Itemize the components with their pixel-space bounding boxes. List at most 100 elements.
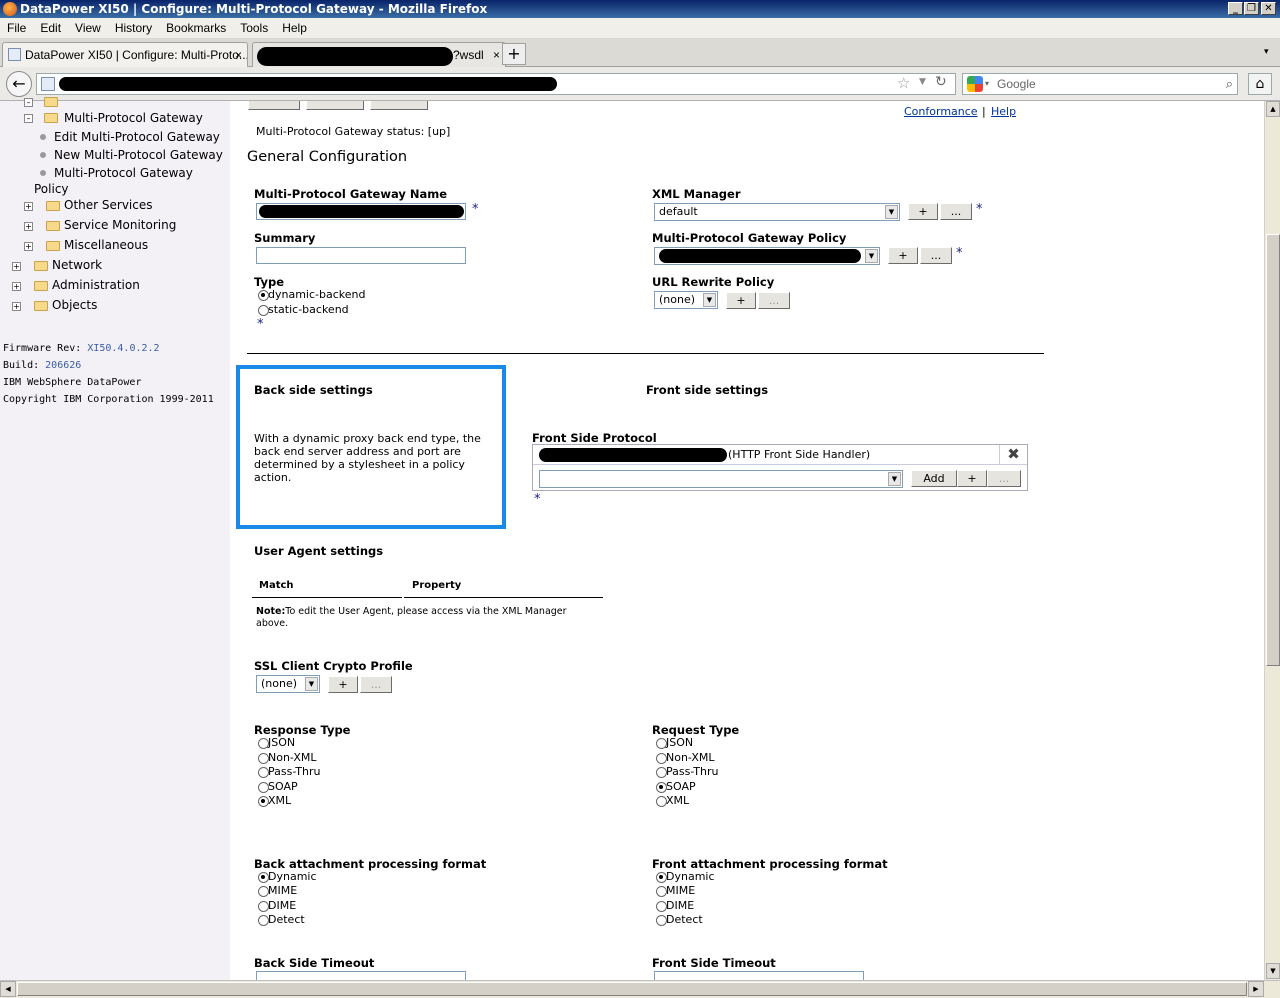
sidebar-item-mpgw-policy-cont[interactable]: Policy xyxy=(34,182,69,196)
site-identity-icon[interactable] xyxy=(41,77,55,91)
scrollbar-thumb[interactable] xyxy=(17,982,1247,996)
menu-history[interactable]: History xyxy=(108,18,159,38)
help-link[interactable]: Help xyxy=(991,105,1016,118)
new-tab-button[interactable]: + xyxy=(502,43,526,65)
gateway-name-input[interactable] xyxy=(256,203,466,220)
remove-icon[interactable]: ✖ xyxy=(999,445,1027,464)
menu-bookmarks[interactable]: Bookmarks xyxy=(159,18,233,38)
sidebar-item-edit-mpgw[interactable]: Edit Multi-Protocol Gateway xyxy=(54,130,220,144)
request-xml-radio[interactable]: XML xyxy=(656,794,689,807)
front-handler-edit-button[interactable]: ... xyxy=(987,470,1021,487)
front-handler-new-button[interactable]: + xyxy=(957,470,987,487)
policy-select[interactable]: ▼ xyxy=(654,247,880,265)
engine-dropdown-icon[interactable]: ▾ xyxy=(985,74,989,94)
horizontal-scrollbar[interactable]: ◀ ▶ xyxy=(0,980,1280,998)
home-button[interactable]: ⌂ xyxy=(1248,73,1272,95)
expand-icon[interactable]: + xyxy=(24,242,33,251)
policy-add-button[interactable]: + xyxy=(888,247,918,264)
expand-icon[interactable]: + xyxy=(12,302,21,311)
list-item[interactable]: (HTTP Front Side Handler) ✖ xyxy=(533,445,1027,465)
url-rewrite-select[interactable]: (none) ▼ xyxy=(654,291,718,309)
vertical-scrollbar[interactable]: ▲ ▼ xyxy=(1264,101,1280,980)
request-soap-radio[interactable]: SOAP xyxy=(656,780,696,793)
expand-icon[interactable]: + xyxy=(24,222,33,231)
back-attach-dynamic-radio[interactable]: Dynamic xyxy=(258,870,317,883)
back-button[interactable]: ← xyxy=(6,71,32,97)
cancel-button[interactable] xyxy=(306,101,364,110)
sidebar-item-administration[interactable]: Administration xyxy=(52,278,140,292)
collapse-icon[interactable]: – xyxy=(24,114,33,123)
restore-icon[interactable]: ❐ xyxy=(1244,2,1259,15)
scrollbar-thumb[interactable] xyxy=(1266,234,1280,666)
url-bar[interactable]: ☆ ▼ ↻ xyxy=(36,73,956,95)
menu-help[interactable]: Help xyxy=(275,18,314,38)
front-handler-add-button[interactable]: Add xyxy=(911,470,957,487)
search-input[interactable]: ▾ Google ⌕ xyxy=(962,73,1238,95)
response-xml-radio[interactable]: XML xyxy=(258,794,291,807)
minimize-icon[interactable]: _ xyxy=(1228,2,1243,15)
policy-edit-button[interactable]: ... xyxy=(920,247,952,264)
tab-datapower[interactable]: DataPower XI50 | Configure: Multi-Proto.… xyxy=(2,42,248,67)
menu-edit[interactable]: Edit xyxy=(33,18,68,38)
ssl-profile-select[interactable]: (none) ▼ xyxy=(256,675,320,693)
sidebar-item-objects[interactable]: Objects xyxy=(52,298,97,312)
front-attach-mime-radio[interactable]: MIME xyxy=(656,884,695,897)
xml-manager-add-button[interactable]: + xyxy=(908,203,938,220)
tab-wsdl[interactable]: ?wsdl × xyxy=(252,42,506,67)
request-json-radio[interactable]: JSON xyxy=(656,736,693,749)
ssl-add-button[interactable]: + xyxy=(328,676,358,693)
type-static-radio[interactable]: static-backend xyxy=(258,303,349,316)
bookmark-star-icon[interactable]: ☆ xyxy=(897,74,910,92)
xml-manager-select[interactable]: default ▼ xyxy=(654,203,900,221)
tab-list-icon[interactable]: ▾ xyxy=(1264,47,1269,57)
menu-tools[interactable]: Tools xyxy=(233,18,275,38)
expand-icon[interactable]: + xyxy=(12,262,21,271)
response-soap-radio[interactable]: SOAP xyxy=(258,780,298,793)
sidebar-item-mpgw-policy[interactable]: Multi-Protocol Gateway xyxy=(54,166,193,180)
scroll-down-icon[interactable]: ▼ xyxy=(1266,963,1280,979)
summary-input[interactable] xyxy=(256,247,466,264)
back-timeout-input[interactable] xyxy=(256,971,466,980)
response-nonxml-radio[interactable]: Non-XML xyxy=(258,751,317,764)
back-attach-dime-radio[interactable]: DIME xyxy=(258,899,296,912)
front-attach-dynamic-radio[interactable]: Dynamic xyxy=(656,870,715,883)
scroll-left-icon[interactable]: ◀ xyxy=(0,981,16,997)
front-attach-dime-radio[interactable]: DIME xyxy=(656,899,694,912)
front-handler-select[interactable]: ▼ xyxy=(539,470,903,488)
back-attach-detect-radio[interactable]: Detect xyxy=(258,913,305,926)
delete-button[interactable] xyxy=(370,101,428,110)
reload-icon[interactable]: ↻ xyxy=(935,74,947,90)
menu-view[interactable]: View xyxy=(68,18,108,38)
request-passthru-radio[interactable]: Pass-Thru xyxy=(656,765,719,778)
response-json-radio[interactable]: JSON xyxy=(258,736,295,749)
expand-icon[interactable]: + xyxy=(12,282,21,291)
expand-icon[interactable]: + xyxy=(24,202,33,211)
url-rewrite-edit-button[interactable]: ... xyxy=(758,292,790,309)
sidebar-item-other-services[interactable]: Other Services xyxy=(64,198,153,212)
history-dropdown-icon[interactable]: ▼ xyxy=(919,77,926,87)
menu-file[interactable]: File xyxy=(0,18,33,38)
sidebar-item-network[interactable]: Network xyxy=(52,258,102,272)
front-attach-detect-radio[interactable]: Detect xyxy=(656,913,703,926)
tab-close-icon[interactable]: × xyxy=(493,43,500,67)
sidebar-item-new-mpgw[interactable]: New Multi-Protocol Gateway xyxy=(54,148,223,162)
close-icon[interactable]: ✕ xyxy=(1261,2,1276,15)
type-dynamic-radio[interactable]: dynamic-backend xyxy=(258,288,365,301)
scroll-right-icon[interactable]: ▶ xyxy=(1248,981,1264,997)
apply-button[interactable] xyxy=(248,101,300,110)
url-rewrite-add-button[interactable]: + xyxy=(726,292,756,309)
conformance-link[interactable]: Conformance xyxy=(904,105,978,118)
xml-manager-edit-button[interactable]: ... xyxy=(940,203,972,220)
collapse-icon[interactable]: – xyxy=(24,98,33,107)
search-icon[interactable]: ⌕ xyxy=(1226,74,1233,94)
response-passthru-radio[interactable]: Pass-Thru xyxy=(258,765,321,778)
tab-close-icon[interactable]: × xyxy=(235,43,242,67)
back-attach-mime-radio[interactable]: MIME xyxy=(258,884,297,897)
sidebar-item-miscellaneous[interactable]: Miscellaneous xyxy=(64,238,148,252)
scroll-up-icon[interactable]: ▲ xyxy=(1266,101,1280,117)
front-timeout-input[interactable] xyxy=(654,971,864,980)
request-nonxml-radio[interactable]: Non-XML xyxy=(656,751,715,764)
sidebar-item-mpgw[interactable]: Multi-Protocol Gateway xyxy=(64,111,203,125)
ssl-edit-button[interactable]: ... xyxy=(360,676,392,693)
sidebar-item-service-monitoring[interactable]: Service Monitoring xyxy=(64,218,176,232)
